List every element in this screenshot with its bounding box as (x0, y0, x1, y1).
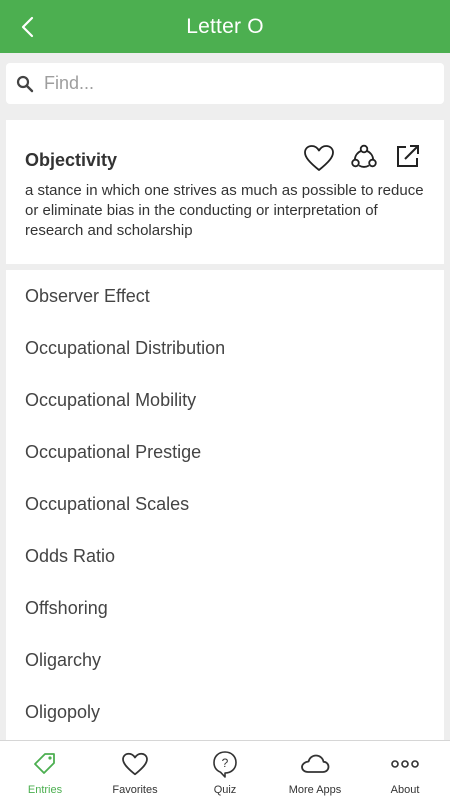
list-item[interactable]: Occupational Mobility (6, 374, 444, 426)
nav-favorites[interactable]: Favorites (90, 741, 180, 800)
list-item[interactable]: Occupational Scales (6, 478, 444, 530)
list-item[interactable]: Occupational Distribution (6, 322, 444, 374)
open-external-button[interactable] (391, 140, 425, 172)
more-dots-icon (391, 760, 419, 768)
list-item[interactable]: Oligopoly (6, 686, 444, 738)
app-bar: Letter O (0, 0, 450, 53)
share-icon (351, 144, 377, 168)
svg-text:?: ? (222, 756, 229, 770)
nav-more-apps[interactable]: More Apps (270, 741, 360, 800)
search-icon (6, 75, 44, 93)
heart-icon (304, 145, 334, 171)
search-input[interactable] (44, 63, 444, 104)
list-item[interactable]: Odds Ratio (6, 530, 444, 582)
list-item[interactable]: Offshoring (6, 582, 444, 634)
entry-term: Objectivity (25, 150, 118, 170)
cloud-icon (301, 754, 330, 773)
list-item[interactable]: Observer Effect (6, 270, 444, 322)
entry-definition: a stance in which one strives as much as… (25, 182, 424, 239)
heart-icon (122, 752, 148, 776)
question-bubble-icon: ? (213, 751, 237, 778)
nav-about[interactable]: About (360, 741, 450, 800)
entry-card: Objectivity a stance in which one strive… (6, 120, 444, 264)
nav-about-label: About (390, 784, 420, 796)
nav-entries-label: Entries (27, 784, 63, 796)
back-button[interactable] (6, 0, 50, 53)
chevron-left-icon (21, 16, 34, 37)
nav-quiz[interactable]: ? Quiz (180, 741, 270, 800)
favorite-button[interactable] (302, 142, 336, 174)
nav-entries[interactable]: Entries (0, 741, 90, 800)
list-item[interactable]: Occupational Prestige (6, 426, 444, 478)
share-button[interactable] (347, 141, 381, 173)
bottom-navigation: Entries Favorites ? Quiz More Apps About (0, 740, 450, 800)
nav-favorites-label: Favorites (112, 784, 158, 796)
page-title: Letter O (186, 14, 264, 38)
tag-icon (34, 753, 55, 774)
nav-more-apps-label: More Apps (288, 784, 342, 796)
term-list: Observer Effect Occupational Distributio… (6, 270, 444, 740)
search-bar[interactable] (6, 63, 444, 104)
list-item[interactable]: Oligarchy (6, 634, 444, 686)
external-link-icon (397, 145, 419, 167)
nav-quiz-label: Quiz (213, 784, 237, 796)
